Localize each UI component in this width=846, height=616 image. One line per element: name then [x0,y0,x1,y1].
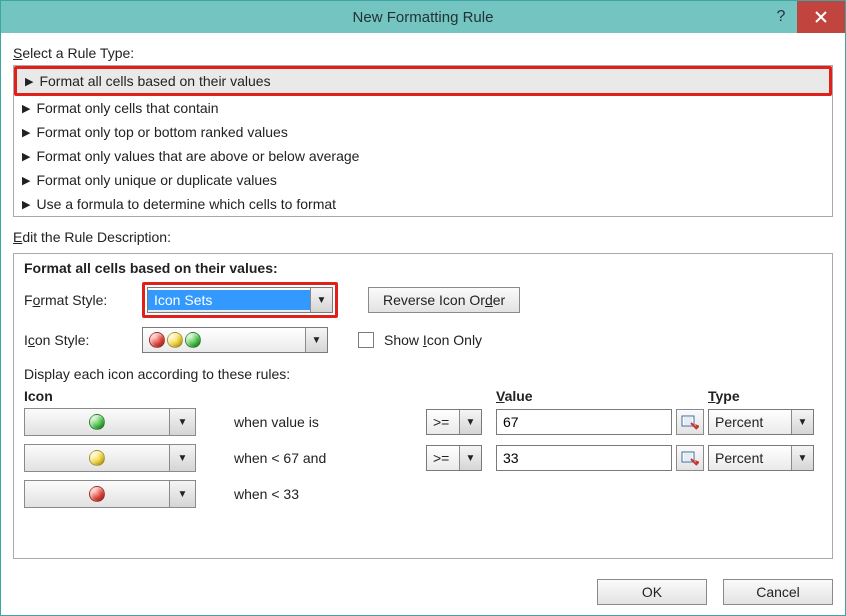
operator-value: >= [427,412,459,432]
rule-type-text: Format only values that are above or bel… [36,148,359,164]
titlebar: New Formatting Rule ? [1,1,845,33]
select-rule-type-label: Select a Rule Type: [13,45,833,61]
circle-red-icon [89,486,105,502]
rule-type-text: Format only cells that contain [36,100,218,116]
circle-yellow-icon [167,332,183,348]
chevron-down-icon: ▼ [169,445,195,471]
operator-dropdown[interactable]: >= ▼ [426,445,482,471]
icon-rule-row: ▼ when < 67 and >= ▼ [24,440,822,476]
rule-type-text: Use a formula to determine which cells t… [36,196,336,212]
icon-dropdown[interactable]: ▼ [24,408,196,436]
type-value: Percent [709,448,791,468]
reverse-icon-order-button[interactable]: Reverse Icon Order [368,287,520,313]
show-icon-only-checkbox[interactable] [358,332,374,348]
annotation-highlight: Icon Sets ▼ [142,282,338,318]
range-picker-button[interactable] [676,409,704,435]
operator-value: >= [427,448,459,468]
rule-type-list[interactable]: ▶ Format all cells based on their values… [13,65,833,217]
rule-type-item[interactable]: ▶ Use a formula to determine which cells … [14,192,832,216]
arrow-right-icon: ▶ [22,102,30,115]
rule-description-panel: Format all cells based on their values: … [13,253,833,559]
range-picker-icon [681,413,699,431]
icon-dropdown[interactable]: ▼ [24,480,196,508]
icon-dropdown[interactable]: ▼ [24,444,196,472]
chevron-down-icon: ▼ [459,410,481,434]
range-picker-button[interactable] [676,445,704,471]
display-rules-label: Display each icon according to these rul… [24,366,822,382]
annotation-highlight: ▶ Format all cells based on their values [14,66,832,96]
chevron-down-icon: ▼ [791,446,813,470]
type-dropdown[interactable]: Percent ▼ [708,445,814,471]
type-dropdown[interactable]: Percent ▼ [708,409,814,435]
operator-dropdown[interactable]: >= ▼ [426,409,482,435]
format-style-dropdown[interactable]: Icon Sets ▼ [147,287,333,313]
range-picker-icon [681,449,699,467]
circle-red-icon [149,332,165,348]
format-style-value: Icon Sets [148,290,310,310]
cancel-button[interactable]: Cancel [723,579,833,605]
help-button[interactable]: ? [765,1,797,33]
icon-style-dropdown[interactable]: ▼ [142,327,328,353]
arrow-right-icon: ▶ [25,75,33,88]
chevron-down-icon: ▼ [791,410,813,434]
icon-style-label: Icon Style: [24,332,132,348]
rule-type-text: Format only unique or duplicate values [36,172,276,188]
when-text: when value is [234,414,426,430]
help-icon: ? [777,8,786,26]
window-title: New Formatting Rule [353,9,494,26]
edit-rule-description-label: Edit the Rule Description: [13,229,833,245]
rule-type-item[interactable]: ▶ Format all cells based on their values [17,69,829,93]
icon-rule-row: ▼ when value is >= ▼ [24,404,822,440]
rule-type-item[interactable]: ▶ Format only values that are above or be… [14,144,832,168]
chevron-down-icon: ▼ [169,409,195,435]
format-style-label: Format Style: [24,292,132,308]
arrow-right-icon: ▶ [22,126,30,139]
ok-button[interactable]: OK [597,579,707,605]
when-text: when < 67 and [234,450,426,466]
arrow-right-icon: ▶ [22,198,30,211]
dialog-body: Select a Rule Type: ▶ Format all cells b… [1,33,845,571]
rules-header: Icon Value Type [24,388,822,404]
arrow-right-icon: ▶ [22,174,30,187]
chevron-down-icon: ▼ [459,446,481,470]
rule-type-item[interactable]: ▶ Format only cells that contain [14,96,832,120]
rule-type-item[interactable]: ▶ Format only unique or duplicate values [14,168,832,192]
dialog-new-formatting-rule: New Formatting Rule ? Select a Rule Type… [0,0,846,616]
chevron-down-icon: ▼ [169,481,195,507]
icon-style-preview [143,332,201,348]
arrow-right-icon: ▶ [22,150,30,163]
value-input[interactable] [496,409,672,435]
circle-green-icon [89,414,105,430]
rule-type-text: Format only top or bottom ranked values [36,124,287,140]
chevron-down-icon: ▼ [310,288,332,312]
when-text: when < 33 [234,486,426,502]
value-input[interactable] [496,445,672,471]
close-icon [815,11,827,23]
rule-description-heading: Format all cells based on their values: [24,260,822,276]
rule-type-text: Format all cells based on their values [39,73,270,89]
show-icon-only-label: Show Icon Only [384,332,482,348]
col-icon-header: Icon [24,388,234,404]
dialog-footer: OK Cancel [1,571,845,615]
rule-type-item[interactable]: ▶ Format only top or bottom ranked values [14,120,832,144]
icon-rule-row: ▼ when < 33 [24,476,822,512]
circle-yellow-icon [89,450,105,466]
chevron-down-icon: ▼ [305,328,327,352]
type-value: Percent [709,412,791,432]
close-button[interactable] [797,1,845,33]
circle-green-icon [185,332,201,348]
